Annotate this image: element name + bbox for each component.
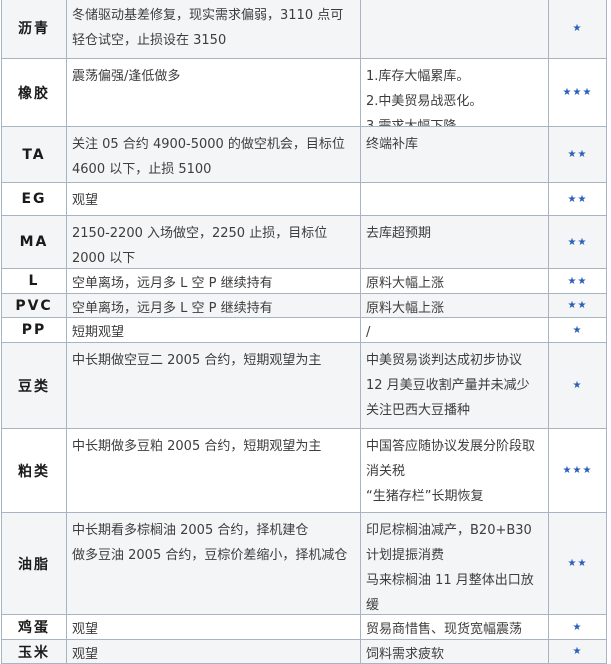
- strategy-cell: 冬储驱动基差修复，现实需求偏弱，3110 点可轻仓试空，止损设在 3150: [67, 0, 361, 59]
- strategy-cell-line: 震荡偏强/逢低做多: [72, 69, 181, 84]
- strategy-cell-line: 观望: [72, 647, 99, 662]
- table-row: 油脂 中长期看多棕榈油 2005 合约，择机建仓做多豆油 2005 合约，豆棕价差…: [1, 513, 607, 615]
- strategy-cell-line: 冬储驱动基差修复，现实需求偏弱，3110 点可轻仓试空，止损设在 3150: [72, 8, 344, 48]
- star-rating-icon: ★★: [549, 127, 607, 183]
- commodity-name: MA: [1, 216, 67, 269]
- logic-cell-line: 饲料需求疲软: [366, 647, 445, 662]
- star-rating-icon: ★★: [549, 216, 607, 269]
- table-row: TA 关注 05 合约 4900-5000 的做空机会，目标位 4600 以下，止…: [1, 127, 607, 183]
- logic-cell-line: 终端补库: [366, 137, 419, 152]
- star-rating-icon: ★: [549, 0, 607, 59]
- strategy-cell-line: 观望: [72, 622, 99, 637]
- commodity-name: EG: [1, 183, 67, 216]
- table-row: MA 2150-2200 入场做空，2250 止损，目标位 2000 以下 去库超预…: [1, 216, 607, 269]
- strategy-cell-line: 中长期看多棕榈油 2005 合约，择机建仓: [72, 523, 309, 538]
- strategy-cell-line: 中长期做空豆二 2005 合约，短期观望为主: [72, 353, 322, 368]
- star-rating-icon: ★★: [549, 183, 607, 216]
- logic-cell: [361, 0, 549, 59]
- strategy-cell-line: 2150-2200 入场做空，2250 止损，目标位 2000 以下: [72, 226, 328, 266]
- strategy-cell-line: 短期观望: [72, 325, 125, 340]
- logic-cell: [361, 183, 549, 216]
- star-rating-icon: ★★: [549, 294, 607, 318]
- commodity-name: PP: [1, 318, 67, 343]
- logic-cell-line: 12 月美豆收割产量并未减少: [366, 378, 530, 393]
- logic-cell: 中美贸易谈判达成初步协议 12 月美豆收割产量并未减少 关注巴西大豆播种: [361, 343, 549, 429]
- commodity-name: 橡胶: [1, 59, 67, 127]
- logic-cell: 终端补库: [361, 127, 549, 183]
- table-row: 玉米 观望 饲料需求疲软 ★: [1, 640, 607, 664]
- strategy-cell: 关注 05 合约 4900-5000 的做空机会，目标位 4600 以下，止损 …: [67, 127, 361, 183]
- star-rating-icon: ★: [549, 640, 607, 664]
- logic-cell-line: 关注巴西大豆播种: [366, 403, 471, 418]
- star-rating-icon: ★★★: [549, 59, 607, 127]
- strategy-cell: 中长期做空豆二 2005 合约，短期观望为主: [67, 343, 361, 429]
- logic-cell: 中国答应随协议发展分阶段取消关税 “生猪存栏”长期恢复: [361, 429, 549, 513]
- logic-cell-line: 2.中美贸易战恶化。: [366, 94, 483, 109]
- logic-cell-line: 中美贸易谈判达成初步协议: [366, 353, 523, 368]
- logic-cell: 印尼棕榈油减产，B20+B30 计划提振消费 马来棕榈油 11 月整体出口放缓: [361, 513, 549, 615]
- strategy-cell: 中长期看多棕榈油 2005 合约，择机建仓做多豆油 2005 合约，豆棕价差缩小…: [67, 513, 361, 615]
- logic-cell-line: 1.库存大幅累库。: [366, 69, 470, 84]
- logic-cell-line: 中国答应随协议发展分阶段取消关税: [366, 439, 536, 479]
- commodity-name: 粕类: [1, 429, 67, 513]
- table-row: EG 观望 ★★: [1, 183, 607, 216]
- logic-cell-line: “生猪存栏”长期恢复: [366, 489, 484, 504]
- star-rating-icon: ★: [549, 615, 607, 640]
- logic-cell-line: 原料大幅上涨: [366, 301, 445, 316]
- logic-cell-line: 印尼棕榈油减产，B20+B30 计划提振消费: [366, 523, 532, 563]
- logic-cell: 1.库存大幅累库。 2.中美贸易战恶化。 3.需求大幅下降。: [361, 59, 549, 127]
- logic-cell-line: 原料大幅上涨: [366, 276, 445, 291]
- strategy-cell: 空单离场，远月多 L 空 P 继续持有: [67, 294, 361, 318]
- strategy-cell: 震荡偏强/逢低做多: [67, 59, 361, 127]
- strategy-cell: 2150-2200 入场做空，2250 止损，目标位 2000 以下: [67, 216, 361, 269]
- commodity-name: 豆类: [1, 343, 67, 429]
- star-rating-icon: ★★: [549, 269, 607, 294]
- star-rating-icon: ★★: [549, 513, 607, 615]
- strategy-cell: 短期观望: [67, 318, 361, 343]
- table-row: 沥青 冬储驱动基差修复，现实需求偏弱，3110 点可轻仓试空，止损设在 3150 ★: [1, 0, 607, 59]
- logic-cell: 去库超预期: [361, 216, 549, 269]
- strategy-cell: 空单离场，远月多 L 空 P 继续持有: [67, 269, 361, 294]
- commodity-name: 油脂: [1, 513, 67, 615]
- star-rating-icon: ★: [549, 318, 607, 343]
- star-rating-icon: ★★★: [549, 429, 607, 513]
- commodity-name: PVC: [1, 294, 67, 318]
- logic-cell-line: 马来棕榈油 11 月整体出口放缓: [366, 573, 534, 613]
- table-row: PP 短期观望 / ★: [1, 318, 607, 343]
- logic-cell-line: 3.需求大幅下降。: [366, 119, 470, 127]
- table-row: PVC 空单离场，远月多 L 空 P 继续持有 原料大幅上涨 ★★: [1, 294, 607, 318]
- commodity-name: 鸡蛋: [1, 615, 67, 640]
- strategy-cell-line: 做多豆油 2005 合约，豆棕价差缩小，择机减仓: [72, 548, 348, 563]
- commodity-name: 沥青: [1, 0, 67, 59]
- table-row: L 空单离场，远月多 L 空 P 继续持有 原料大幅上涨 ★★: [1, 269, 607, 294]
- logic-cell: 饲料需求疲软: [361, 640, 549, 664]
- commodity-name: 玉米: [1, 640, 67, 664]
- table-row: 豆类 中长期做空豆二 2005 合约，短期观望为主 中美贸易谈判达成初步协议 12 月…: [1, 343, 607, 429]
- logic-cell: /: [361, 318, 549, 343]
- strategy-cell-line: 空单离场，远月多 L 空 P 继续持有: [72, 301, 273, 316]
- logic-cell-line: 去库超预期: [366, 226, 432, 241]
- commodity-name: L: [1, 269, 67, 294]
- strategy-cell: 中长期做多豆粕 2005 合约，短期观望为主: [67, 429, 361, 513]
- strategy-cell-line: 空单离场，远月多 L 空 P 继续持有: [72, 276, 273, 291]
- strategy-cell: 观望: [67, 615, 361, 640]
- strategy-cell: 观望: [67, 183, 361, 216]
- logic-cell: 原料大幅上涨: [361, 269, 549, 294]
- commodity-name: TA: [1, 127, 67, 183]
- table-row: 橡胶 震荡偏强/逢低做多 1.库存大幅累库。 2.中美贸易战恶化。 3.需求大幅下降。 ★…: [1, 59, 607, 127]
- strategy-cell-line: 中长期做多豆粕 2005 合约，短期观望为主: [72, 439, 322, 454]
- strategy-cell: 观望: [67, 640, 361, 664]
- table-row: 鸡蛋 观望 贸易商惜售、现货宽幅震荡 ★: [1, 615, 607, 640]
- strategy-table: 沥青 冬储驱动基差修复，现实需求偏弱，3110 点可轻仓试空，止损设在 3150 ★…: [1, 0, 607, 664]
- table-row: 粕类 中长期做多豆粕 2005 合约，短期观望为主 中国答应随协议发展分阶段取消关税…: [1, 429, 607, 513]
- star-rating-icon: ★: [549, 343, 607, 429]
- logic-cell-line: 贸易商惜售、现货宽幅震荡: [366, 622, 523, 637]
- strategy-cell-line: 观望: [72, 193, 99, 208]
- logic-cell-line: /: [366, 325, 371, 340]
- strategy-cell-line: 关注 05 合约 4900-5000 的做空机会，目标位 4600 以下，止损 …: [72, 137, 345, 177]
- logic-cell: 原料大幅上涨: [361, 294, 549, 318]
- logic-cell: 贸易商惜售、现货宽幅震荡: [361, 615, 549, 640]
